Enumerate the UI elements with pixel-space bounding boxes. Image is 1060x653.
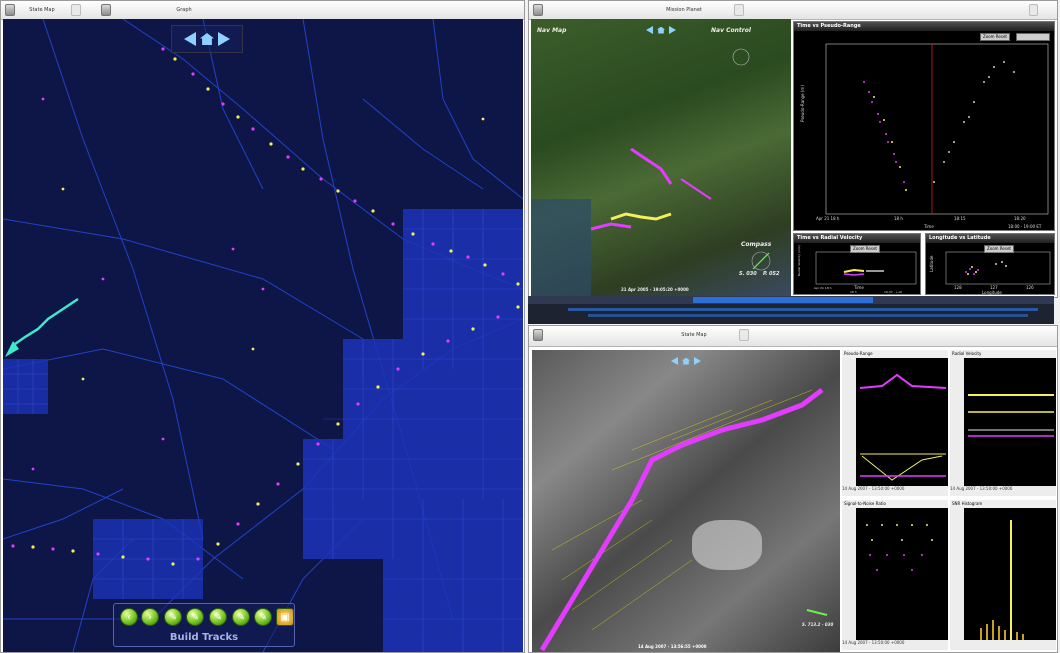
tab-mission-planet[interactable]: Mission Planet xyxy=(649,2,719,18)
pencil-icon[interactable]: ✎ xyxy=(186,608,204,626)
x-axis-label: Time xyxy=(924,224,934,229)
x-axis-label: Longitude xyxy=(982,290,1002,295)
nav-control-label: Nav Control xyxy=(711,27,751,34)
right-bottom-tabbar: State Map xyxy=(529,326,1057,347)
radial-velocity-curve xyxy=(968,394,1054,437)
toolbar-label: Build Tracks xyxy=(169,632,239,643)
close-icon[interactable] xyxy=(71,4,81,16)
forward-icon[interactable]: › xyxy=(141,608,159,626)
home-icon[interactable] xyxy=(682,357,690,365)
snr-histogram-bars xyxy=(980,520,1024,640)
y-axis-label: Radial Velocity (m/s) xyxy=(797,245,801,276)
nav-map[interactable]: Nav Map Nav Control Compass S. 030 P. 05… xyxy=(531,19,791,297)
panel-pseudo-range: Pseudo-Range 14 Aug 2007 - 13:50:00 +000… xyxy=(842,350,948,496)
pencil-icon[interactable]: ✎ xyxy=(232,608,250,626)
pan-left-icon[interactable] xyxy=(671,357,678,365)
pan-right-icon[interactable] xyxy=(694,357,701,365)
x-tick: 128 xyxy=(954,285,962,290)
aerial-map-svg xyxy=(539,388,828,652)
y-axis-label: Latitude xyxy=(929,255,934,272)
cyan-track xyxy=(14,297,79,346)
panel-radial-velocity: Radial Velocity 14 Aug 2007 - 13:50:00 +… xyxy=(950,350,1056,496)
readout: S. 713.2 - 030 xyxy=(802,622,834,627)
panel-footer: 14 Aug 2007 - 13:50:00 +0000 xyxy=(842,640,948,650)
panel-snr-histogram: SNR Histogram xyxy=(950,500,1056,650)
tab-state-map[interactable]: State Map xyxy=(19,2,65,18)
x-tick: 18:20 xyxy=(1014,216,1026,221)
chart-footer: 19:37 - +10 xyxy=(884,290,902,294)
x-tick: 18 h xyxy=(850,290,857,294)
tab-graph[interactable]: Graph xyxy=(151,2,217,18)
panel-snr: Signal-to-Noise Ratio 14 Aug 2007 - 13:5… xyxy=(842,500,948,650)
right-bottom-window: State Map S. 713.2 - 030 14 Aug 2007 - 1… xyxy=(528,325,1058,653)
wrench-icon[interactable]: ✎ xyxy=(164,608,182,626)
timeline[interactable] xyxy=(528,296,1054,324)
pan-left-icon[interactable] xyxy=(646,26,653,34)
snr-plot xyxy=(866,524,933,571)
close-icon[interactable] xyxy=(734,4,744,16)
x-tick: 18 h xyxy=(894,216,903,221)
readout-left: S. 030 xyxy=(739,271,757,277)
x-tick: Apr 21 18 h xyxy=(816,216,840,221)
left-tabbar: State Map Graph xyxy=(1,1,524,20)
aerial-map[interactable]: S. 713.2 - 030 14 Aug 2007 - 13:56:55 +0… xyxy=(532,350,840,652)
timeline-range[interactable] xyxy=(693,297,873,303)
window-close-icon[interactable] xyxy=(1029,4,1038,16)
back-icon[interactable]: ‹ xyxy=(120,608,138,626)
left-window: State Map Graph ‹ › ✎ ✎ ✎ ✎ ✎ ▣ Build Tr… xyxy=(0,0,525,653)
home-icon[interactable] xyxy=(657,26,665,34)
save-icon[interactable]: ▣ xyxy=(276,608,294,626)
pseudo-range-plot xyxy=(825,43,1049,215)
panel-footer xyxy=(950,640,1056,650)
nav-map-label: Nav Map xyxy=(537,27,567,34)
y-axis-label: Pseudo-Range (m) xyxy=(800,85,805,122)
pencil-icon[interactable]: ✎ xyxy=(254,608,272,626)
document-icon[interactable] xyxy=(533,4,543,16)
map-nav-arrows xyxy=(171,25,243,53)
readout-right: P. 052 xyxy=(763,271,780,277)
x-tick: 18:15 xyxy=(954,216,966,221)
pseudo-range-curve xyxy=(859,373,947,481)
map-svg xyxy=(3,19,523,652)
nav-map-arrows xyxy=(641,23,681,37)
state-map[interactable] xyxy=(3,19,523,652)
chart-time-vs-pseudo-range: Time vs Pseudo-Range Zoom Reset Pseudo-R… xyxy=(793,21,1055,231)
x-tick: 126 xyxy=(1026,285,1034,290)
document-icon[interactable] xyxy=(101,4,111,16)
timeline-track xyxy=(568,308,1038,311)
home-icon[interactable] xyxy=(200,33,214,45)
close-icon[interactable] xyxy=(739,329,749,341)
pan-right-icon[interactable] xyxy=(669,26,676,34)
timeline-track xyxy=(588,314,1028,317)
aerial-map-arrows xyxy=(666,354,706,368)
panel-footer: 14 Aug 2007 - 13:50:00 +0000 xyxy=(842,486,948,496)
compass-label: Compass xyxy=(741,241,772,248)
timestamp: 21 Apr 2005 - 19:05:20 +0000 xyxy=(621,287,689,292)
chart-time-vs-radial-velocity: Time vs Radial Velocity Zoom Reset Radia… xyxy=(793,233,921,295)
panel-footer: 14 Aug 2007 - 13:50:00 +0000 xyxy=(950,486,1056,496)
nav-map-svg xyxy=(590,48,771,271)
city-east xyxy=(303,209,523,652)
right-top-tabbar: Mission Planet xyxy=(529,1,1057,20)
right-top-window: Mission Planet Nav Map Nav Control Compa… xyxy=(528,0,1058,298)
document-icon[interactable] xyxy=(5,4,15,16)
build-tracks-toolbar: ‹ › ✎ ✎ ✎ ✎ ✎ ▣ Build Tracks xyxy=(113,603,295,647)
pan-right-icon[interactable] xyxy=(218,32,230,46)
pan-left-icon[interactable] xyxy=(184,32,196,46)
tab-state-map[interactable]: State Map xyxy=(669,327,719,343)
document-icon[interactable] xyxy=(533,329,543,341)
x-tick: Apr 21 18 h xyxy=(814,286,832,290)
timestamp: 14 Aug 2007 - 13:56:55 +0000 xyxy=(638,644,707,649)
chart-longitude-vs-latitude: Longitude vs Latitude Zoom Reset Latitud… xyxy=(925,233,1055,295)
pencil-icon[interactable]: ✎ xyxy=(209,608,227,626)
chart-footer: 18:00 - 19:00 ET xyxy=(1008,224,1042,229)
